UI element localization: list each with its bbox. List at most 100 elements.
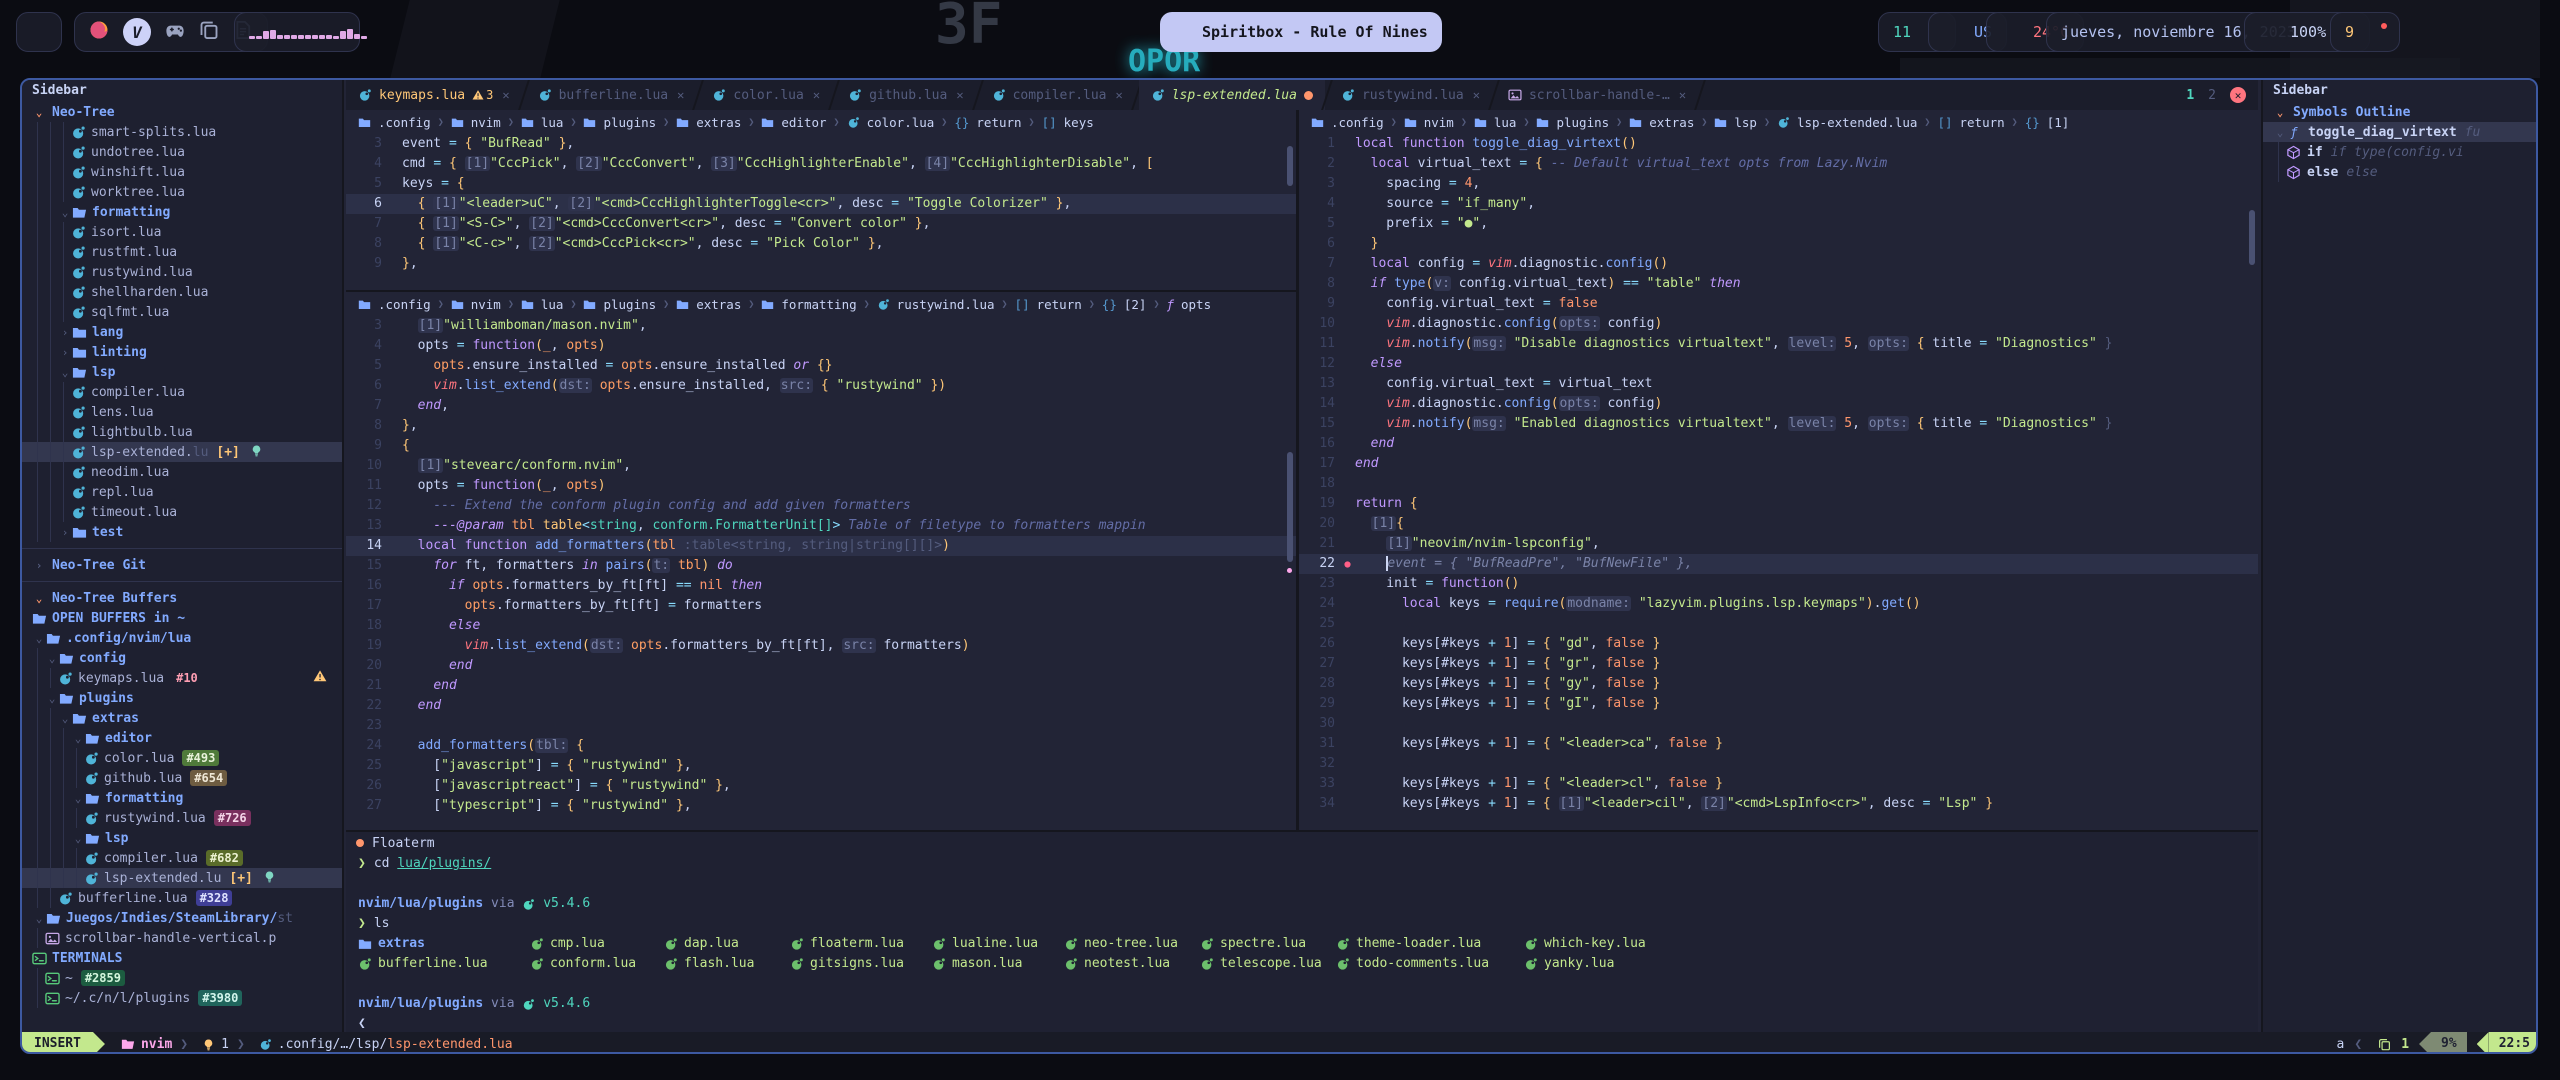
code-line-9[interactable]: 9{ bbox=[346, 436, 1296, 456]
code-line-11[interactable]: 11 opts = function(_, opts) bbox=[346, 476, 1296, 496]
tree-item[interactable]: rustfmt.lua bbox=[22, 242, 342, 262]
tabpage-2[interactable]: 2 bbox=[2208, 88, 2216, 103]
code-line-10[interactable]: 10 vim.diagnostic.config(opts: config) bbox=[1299, 314, 2258, 334]
code-line-19[interactable]: 19return { bbox=[1299, 494, 2258, 514]
tree-item[interactable]: lsp-extended.lu[+] bbox=[22, 868, 342, 888]
code-line-23[interactable]: 23 init = function() bbox=[1299, 574, 2258, 594]
code-line-21[interactable]: 21 end bbox=[346, 676, 1296, 696]
tree-item[interactable]: compiler.lua bbox=[22, 382, 342, 402]
code-line-12[interactable]: 12 --- Extend the conform plugin config … bbox=[346, 496, 1296, 516]
tree-item[interactable]: ›test bbox=[22, 522, 342, 542]
code-line-23[interactable]: 23 bbox=[346, 716, 1296, 736]
tree-item[interactable]: rustywind.lua bbox=[22, 262, 342, 282]
tab-rustywind.lua[interactable]: rustywind.lua ✕ bbox=[1329, 80, 1492, 110]
code-line-9[interactable]: 9}, bbox=[346, 254, 1296, 274]
code-line-24[interactable]: 24 add_formatters(tbl: { bbox=[346, 736, 1296, 756]
code-line-19[interactable]: 19 vim.list_extend(dst: opts.formatters_… bbox=[346, 636, 1296, 656]
tab-bufferline.lua[interactable]: bufferline.lua ✕ bbox=[526, 80, 697, 110]
code-line-25[interactable]: 25 ["javascript"] = { "rustywind" }, bbox=[346, 756, 1296, 776]
code-line-7[interactable]: 7 end, bbox=[346, 396, 1296, 416]
tree-item[interactable]: color.lua#493 bbox=[22, 748, 342, 768]
code-line-26[interactable]: 26 keys[#keys + 1] = { "gd", false } bbox=[1299, 634, 2258, 654]
launcher-button[interactable] bbox=[16, 12, 62, 52]
code-line-6[interactable]: 6 { [1]"<leader>uC", [2]"<cmd>CccHighlig… bbox=[346, 194, 1296, 214]
code-line-5[interactable]: 5keys = { bbox=[346, 174, 1296, 194]
system-graph-widget[interactable] bbox=[234, 12, 360, 52]
neotree-sidebar[interactable]: Sidebar ⌄ Neo-Treesmart-splits.luaundotr… bbox=[22, 80, 344, 1032]
tree-item[interactable]: lightbulb.lua bbox=[22, 422, 342, 442]
tree-item[interactable]: bufferline.lua#328 bbox=[22, 888, 342, 908]
code-line-29[interactable]: 29 keys[#keys + 1] = { "gI", false } bbox=[1299, 694, 2258, 714]
code-line-15[interactable]: 15 for ft, formatters in pairs(t: tbl) d… bbox=[346, 556, 1296, 576]
code-line-3[interactable]: 3 [1]"williamboman/mason.nvim", bbox=[346, 316, 1296, 336]
code-line-24[interactable]: 24 local keys = require(modname: "lazyvi… bbox=[1299, 594, 2258, 614]
tree-item[interactable]: timeout.lua bbox=[22, 502, 342, 522]
code-line-15[interactable]: 15 vim.notify(msg: "Enabled diagnostics … bbox=[1299, 414, 2258, 434]
code-line-31[interactable]: 31 keys[#keys + 1] = { "<leader>ca", fal… bbox=[1299, 734, 2258, 754]
terminal-prompt[interactable]: ❮ bbox=[346, 1014, 2258, 1034]
tree-item[interactable]: TERMINALS bbox=[22, 948, 342, 968]
code-line-4[interactable]: 4cmd = { [1]"CccPick", [2]"CccConvert", … bbox=[346, 154, 1296, 174]
code-line-20[interactable]: 20 [1]{ bbox=[1299, 514, 2258, 534]
code-line-1[interactable]: 1local function toggle_diag_virtext() bbox=[1299, 134, 2258, 154]
tree-item[interactable]: ›linting bbox=[22, 342, 342, 362]
code-line-27[interactable]: 27 keys[#keys + 1] = { "gr", false } bbox=[1299, 654, 2258, 674]
close-icon[interactable]: ✕ bbox=[1116, 88, 1123, 102]
tree-item[interactable]: compiler.lua#682 bbox=[22, 848, 342, 868]
floaterm-panel[interactable]: Floaterm❯cd lua/plugins/nvim/lua/plugins… bbox=[346, 830, 2258, 1032]
tree-item[interactable]: keymaps.lua#10 bbox=[22, 668, 342, 688]
code-line-14[interactable]: 14 local function add_formatters(tbl :ta… bbox=[346, 536, 1296, 556]
code-line-30[interactable]: 30 bbox=[1299, 714, 2258, 734]
tree-item[interactable]: ~/.c/n/l/plugins#3980 bbox=[22, 988, 342, 1008]
section-Neo-Tree Git[interactable]: › Neo-Tree Git bbox=[22, 555, 342, 575]
code-line-28[interactable]: 28 keys[#keys + 1] = { "gy", false } bbox=[1299, 674, 2258, 694]
close-icon[interactable]: ✕ bbox=[677, 88, 684, 102]
code-line-32[interactable]: 32 bbox=[1299, 754, 2258, 774]
tree-item[interactable]: ›lang bbox=[22, 322, 342, 342]
outline-item-toggle_diag_virtext[interactable]: ⌄ƒtoggle_diag_virtextfu bbox=[2263, 122, 2538, 142]
editor-pane-lsp-extended-lua[interactable]: .config❯nvim❯lua❯plugins❯extras❯lsp❯lsp-… bbox=[1299, 110, 2258, 830]
notifications-widget[interactable]: 9 bbox=[2330, 12, 2400, 52]
code-line-3[interactable]: 3 spacing = 4, bbox=[1299, 174, 2258, 194]
code-area[interactable]: 1local function toggle_diag_virtext()2 l… bbox=[1299, 134, 2258, 814]
code-line-2[interactable]: 2 local virtual_text = { -- Default virt… bbox=[1299, 154, 2258, 174]
code-line-27[interactable]: 27 ["typescript"] = { "rustywind" }, bbox=[346, 796, 1296, 816]
code-line-4[interactable]: 4 opts = function(_, opts) bbox=[346, 336, 1296, 356]
code-line-13[interactable]: 13 ---@param tbl table<string, conform.F… bbox=[346, 516, 1296, 536]
code-line-12[interactable]: 12 else bbox=[1299, 354, 2258, 374]
close-icon[interactable]: ✕ bbox=[1679, 88, 1686, 102]
code-line-6[interactable]: 6 } bbox=[1299, 234, 2258, 254]
tree-item[interactable]: ⌄formatting bbox=[22, 788, 342, 808]
media-player-widget[interactable]: Spiritbox - Rule Of Nines bbox=[1160, 12, 1442, 52]
tab-compiler.lua[interactable]: compiler.lua ✕ bbox=[980, 80, 1135, 110]
close-icon[interactable]: ✕ bbox=[813, 88, 820, 102]
workspace-firefox[interactable] bbox=[89, 20, 109, 44]
tree-item[interactable]: rustywind.lua#726 bbox=[22, 808, 342, 828]
code-line-5[interactable]: 5 prefix = "●", bbox=[1299, 214, 2258, 234]
tree-item[interactable]: ⌄.config/nvim/lua bbox=[22, 628, 342, 648]
code-line-25[interactable]: 25 bbox=[1299, 614, 2258, 634]
tree-item[interactable]: ⌄plugins bbox=[22, 688, 342, 708]
breadcrumb[interactable]: .config❯nvim❯lua❯plugins❯extras❯editor❯c… bbox=[346, 110, 1296, 134]
tabpage-1[interactable]: 1 bbox=[2186, 88, 2194, 103]
tree-item[interactable]: ⌄Juegos/Indies/SteamLibrary/st bbox=[22, 908, 342, 928]
code-line-34[interactable]: 34 keys[#keys + 1] = { [1]"<leader>cil",… bbox=[1299, 794, 2258, 814]
code-line-3[interactable]: 3event = { "BufRead" }, bbox=[346, 134, 1296, 154]
section-Neo-Tree[interactable]: ⌄ Neo-Tree bbox=[22, 102, 342, 122]
floaterm-tab[interactable]: Floaterm bbox=[346, 832, 2258, 854]
outline-item-if[interactable]: ifif type(config.vi bbox=[2263, 142, 2538, 162]
code-line-11[interactable]: 11 vim.notify(msg: "Disable diagnostics … bbox=[1299, 334, 2258, 354]
tree-item[interactable]: worktree.lua bbox=[22, 182, 342, 202]
tree-item[interactable]: undotree.lua bbox=[22, 142, 342, 162]
code-area[interactable]: 3 [1]"williamboman/mason.nvim",4 opts = … bbox=[346, 316, 1296, 816]
tree-item[interactable]: sqlfmt.lua bbox=[22, 302, 342, 322]
tree-item[interactable]: ~#2859 bbox=[22, 968, 342, 988]
workspace-copy[interactable] bbox=[199, 20, 219, 44]
tab-github.lua[interactable]: github.lua ✕ bbox=[836, 80, 976, 110]
tree-item[interactable]: OPEN BUFFERS in ~ bbox=[22, 608, 342, 628]
code-line-17[interactable]: 17 opts.formatters_by_ft[ft] = formatter… bbox=[346, 596, 1296, 616]
tree-item[interactable]: ⌄lsp bbox=[22, 362, 342, 382]
tree-item[interactable]: lens.lua bbox=[22, 402, 342, 422]
code-line-20[interactable]: 20 end bbox=[346, 656, 1296, 676]
code-line-7[interactable]: 7 { [1]"<S-C>", [2]"<cmd>CccConvert<cr>"… bbox=[346, 214, 1296, 234]
